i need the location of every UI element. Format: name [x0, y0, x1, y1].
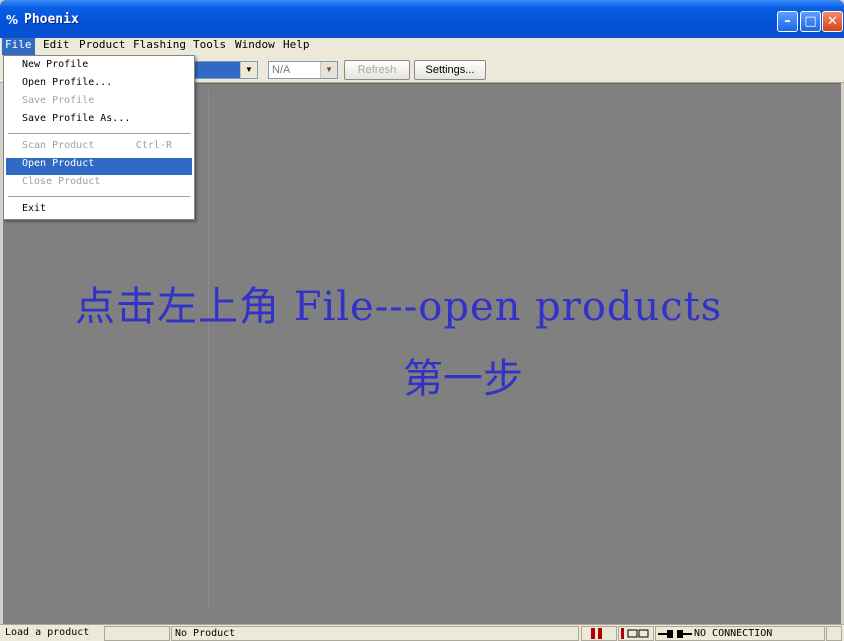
chevron-down-icon: ▼ [320, 62, 337, 78]
settings-button[interactable]: Settings... [414, 60, 486, 80]
menu-item-open-product[interactable]: Open Product [6, 158, 192, 175]
menu-item-close-product: Close Product [6, 176, 192, 193]
mode-indicator-icon [621, 628, 649, 639]
menu-flashing[interactable]: Flashing [130, 38, 189, 55]
minimize-button[interactable]: – [777, 11, 798, 32]
resize-grip[interactable] [826, 626, 842, 641]
menu-help[interactable]: Help [280, 38, 313, 55]
close-icon: ✕ [827, 14, 838, 29]
menu-item-exit[interactable]: Exit [6, 203, 192, 220]
menu-separator [8, 133, 190, 134]
menu-item-label: Save Profile [22, 95, 95, 106]
status-empty-cell [104, 626, 170, 641]
app-icon: % [6, 13, 19, 27]
window-title: Phoenix [24, 12, 79, 27]
menu-item-label: Exit [22, 203, 47, 214]
menu-item-save-profile-as[interactable]: Save Profile As... [6, 113, 192, 130]
device-select[interactable]: ▼ [190, 61, 258, 79]
inner-divider [208, 90, 209, 610]
refresh-button[interactable]: Refresh [344, 60, 410, 80]
menu-window[interactable]: Window [232, 38, 278, 55]
menu-product[interactable]: Product [76, 38, 128, 55]
plug-icon [658, 630, 692, 638]
instruction-text: 点击左上角 File---open products [75, 284, 723, 330]
menu-edit[interactable]: Edit [40, 38, 73, 55]
menu-item-save-profile: Save Profile [6, 95, 192, 112]
menu-item-label: Close Product [22, 176, 101, 187]
menu-item-open-profile[interactable]: Open Profile... [6, 77, 192, 94]
menu-item-label: Save Profile As... [22, 113, 131, 124]
status-mode-cell [618, 626, 654, 641]
close-button[interactable]: ✕ [822, 11, 843, 32]
menu-item-label: New Profile [22, 59, 89, 70]
status-connection-cell: NO CONNECTION [655, 626, 825, 641]
file-menu-dropdown: New Profile Open Profile... Save Profile… [3, 55, 195, 220]
menu-item-new-profile[interactable]: New Profile [6, 59, 192, 76]
port-value: N/A [272, 64, 291, 76]
status-indicator-cell [581, 626, 617, 641]
menu-item-label: Open Profile... [22, 77, 113, 88]
status-bar: Load a product No Product NO CONNECTION [0, 624, 844, 641]
menu-separator [8, 196, 190, 197]
minimize-icon: – [784, 14, 791, 29]
maximize-button[interactable]: □ [800, 11, 821, 32]
status-product: No Product [171, 626, 579, 641]
menu-tools[interactable]: Tools [190, 38, 229, 55]
menu-item-label: Open Product [22, 158, 95, 169]
pause-indicator-icon [591, 628, 602, 639]
title-bar[interactable]: % Phoenix – □ ✕ [0, 0, 844, 38]
menu-item-label: Scan Product [22, 140, 95, 151]
maximize-icon: □ [804, 14, 817, 29]
menu-item-shortcut: Ctrl-R [135, 140, 172, 151]
menu-file[interactable]: File [2, 38, 35, 55]
port-select[interactable]: N/A ▼ [268, 61, 338, 79]
menu-item-scan-product: Scan Product Ctrl-R [6, 140, 192, 157]
menu-bar: File Edit Product Flashing Tools Window … [0, 38, 844, 55]
connection-status: NO CONNECTION [694, 628, 773, 639]
step-text: 第一步 [403, 356, 523, 402]
status-message: Load a product [5, 627, 90, 638]
chevron-down-icon: ▼ [240, 62, 257, 78]
